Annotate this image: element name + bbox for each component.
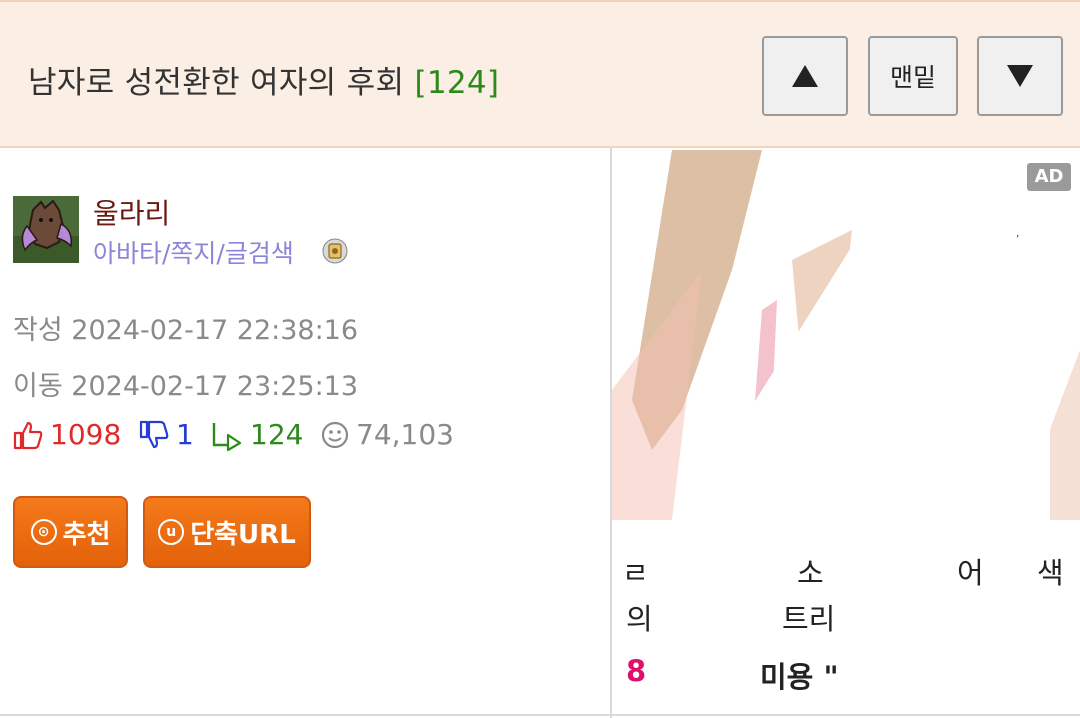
bottom-divider bbox=[0, 714, 1080, 716]
short-url-button[interactable]: u 단축URL bbox=[143, 496, 311, 568]
ad-text-1c: 어 bbox=[957, 556, 984, 590]
short-url-icon: u bbox=[158, 519, 185, 545]
created-label: 작성 bbox=[13, 315, 63, 346]
comment-count[interactable]: [124] bbox=[414, 65, 499, 101]
reply-arrow-icon bbox=[212, 422, 242, 451]
created-date: 작성 2024-02-17 22:38:16 bbox=[13, 308, 358, 347]
ad-text-2a: 의 bbox=[626, 602, 653, 636]
ad-text-1a: ㄹ bbox=[622, 556, 649, 590]
recommend-button[interactable]: ⊙ 추천 bbox=[13, 496, 128, 568]
badge-icon bbox=[322, 238, 348, 264]
recommend-label: 추천 bbox=[62, 519, 111, 550]
ad-banner[interactable]: ㄹ 소 어 색 의 트리 8 미용 " bbox=[612, 150, 1080, 714]
author-links[interactable]: 아바타/쪽지/글검색 bbox=[93, 234, 294, 270]
scroll-bottom-button[interactable]: 맨밑 bbox=[868, 36, 958, 116]
reply-count: 124 bbox=[250, 418, 304, 451]
moved-value: 2024-02-17 23:25:13 bbox=[71, 371, 359, 402]
view-stat: 74,103 bbox=[320, 418, 454, 451]
scroll-top-button[interactable] bbox=[762, 36, 848, 116]
view-count: 74,103 bbox=[356, 418, 454, 451]
ad-text-1d: 색 bbox=[1037, 556, 1064, 590]
next-button[interactable] bbox=[977, 36, 1063, 116]
ad-text-2b: 트리 bbox=[782, 602, 836, 636]
upvote-stat: 1098 bbox=[12, 418, 121, 451]
thumbs-down-icon bbox=[139, 420, 169, 448]
ad-text-3a: 8 bbox=[626, 654, 647, 688]
post-title-text: 남자로 성전환한 여자의 후회 bbox=[28, 65, 405, 101]
short-url-label: 단축URL bbox=[190, 519, 296, 550]
scroll-bottom-label: 맨밑 bbox=[889, 63, 936, 92]
ad-text-1b: 소 bbox=[797, 556, 824, 590]
smiley-icon bbox=[321, 421, 349, 448]
author-name[interactable]: 울라리 bbox=[93, 192, 170, 232]
post-title: 남자로 성전환한 여자의 후회 [124] bbox=[28, 57, 499, 102]
ad-image bbox=[612, 150, 1080, 714]
avatar-creature-icon[interactable] bbox=[13, 196, 79, 263]
upvote-count: 1098 bbox=[50, 418, 122, 451]
up-arrow-icon bbox=[792, 65, 818, 87]
downvote-count: 1 bbox=[176, 418, 194, 451]
post-header: 남자로 성전환한 여자의 후회 [124] 맨밑 bbox=[0, 0, 1080, 148]
recommend-icon: ⊙ bbox=[30, 519, 57, 545]
moved-date: 이동 2024-02-17 23:25:13 bbox=[13, 364, 358, 403]
ad-text-3b: 미용 " bbox=[760, 660, 839, 694]
downvote-stat: 1 bbox=[138, 418, 194, 451]
ad-badge: AD bbox=[1027, 163, 1071, 191]
created-value: 2024-02-17 22:38:16 bbox=[71, 315, 359, 346]
thumbs-up-icon bbox=[13, 421, 43, 449]
reply-stat: 124 bbox=[210, 418, 303, 451]
down-arrow-icon bbox=[1007, 65, 1033, 87]
moved-label: 이동 bbox=[13, 371, 63, 402]
